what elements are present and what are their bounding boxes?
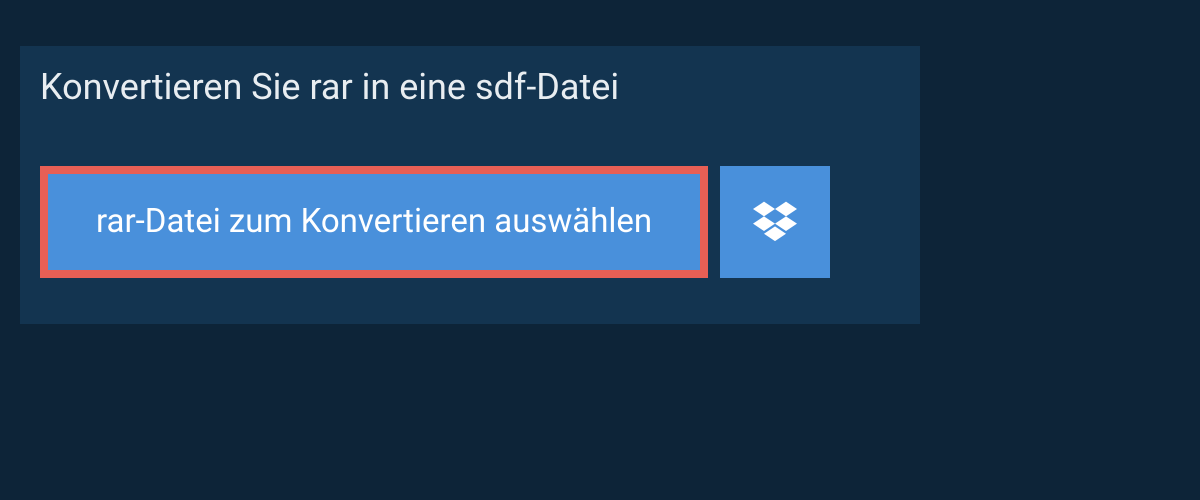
button-row: rar-Datei zum Konvertieren auswählen <box>40 166 830 278</box>
page-title: Konvertieren Sie rar in eine sdf-Datei <box>40 66 619 108</box>
select-file-button[interactable]: rar-Datei zum Konvertieren auswählen <box>48 174 700 270</box>
converter-panel: Konvertieren Sie rar in eine sdf-Datei r… <box>20 46 920 324</box>
title-bar: Konvertieren Sie rar in eine sdf-Datei <box>20 46 651 128</box>
dropbox-button[interactable] <box>720 166 830 278</box>
dropbox-icon <box>753 198 797 246</box>
select-file-highlight: rar-Datei zum Konvertieren auswählen <box>40 166 708 278</box>
